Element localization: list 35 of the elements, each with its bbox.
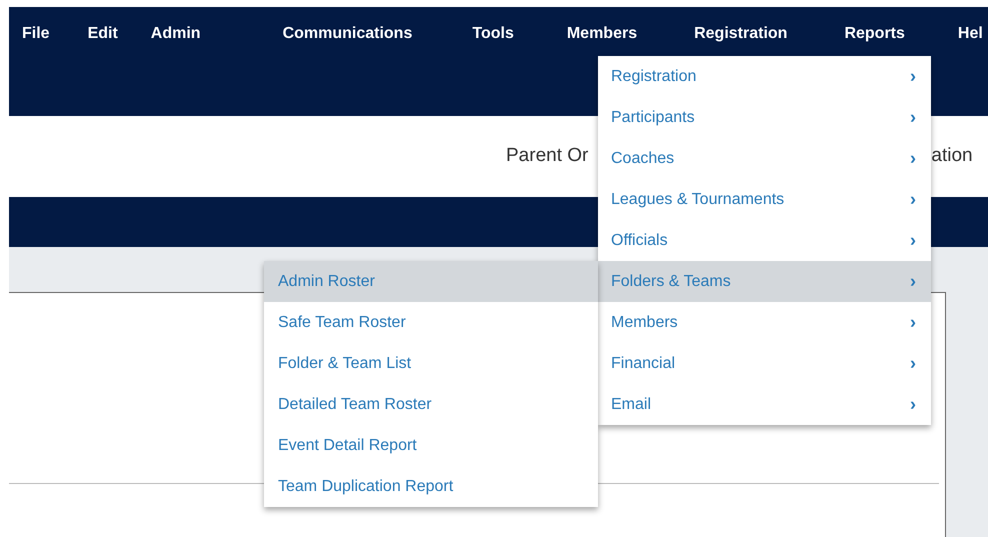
menu-item[interactable]: Communications	[282, 22, 412, 46]
dropdown-item[interactable]: Members ›	[598, 302, 931, 343]
dropdown-item[interactable]: Participants ›	[598, 97, 931, 138]
chevron-icon: ›	[910, 104, 916, 131]
submenu-item[interactable]: Detailed Team Roster	[264, 384, 598, 425]
submenu-item[interactable]: Folder & Team List	[264, 343, 598, 384]
chevron-icon: ›	[910, 227, 916, 254]
submenu-item[interactable]: Event Detail Report	[264, 425, 598, 466]
menu-item[interactable]: Reports	[844, 22, 905, 46]
menu-item[interactable]: Edit	[88, 22, 118, 46]
dropdown-item[interactable]: Officials ›	[598, 220, 931, 261]
submenu-item[interactable]: Admin Roster	[264, 261, 598, 302]
chevron-icon: ›	[910, 391, 916, 418]
menu-item[interactable]: Hel	[958, 22, 983, 46]
dropdown-item[interactable]: Leagues & Tournaments ›	[598, 179, 931, 220]
dropdown-item[interactable]: Coaches ›	[598, 138, 931, 179]
chevron-icon: ›	[910, 145, 916, 172]
menu-item[interactable]: Members	[566, 22, 638, 46]
chevron-icon: ›	[910, 309, 916, 336]
dropdown-item[interactable]: Email ›	[598, 384, 931, 425]
dropdown-item[interactable]: Financial ›	[598, 343, 931, 384]
submenu-item[interactable]: Team Duplication Report	[264, 466, 598, 507]
menu-item[interactable]: Tools	[472, 22, 514, 46]
chevron-icon: ›	[910, 186, 916, 213]
menu-item[interactable]: Registration	[694, 22, 788, 46]
page-title: Parent Or	[506, 144, 588, 168]
chevron-icon: ›	[910, 63, 916, 90]
chevron-icon: ›	[910, 268, 916, 295]
menu-item[interactable]: File	[22, 22, 50, 46]
menu-item[interactable]: Admin	[150, 22, 201, 46]
chevron-icon: ›	[910, 350, 916, 377]
page-title: ation	[931, 144, 973, 168]
submenu-item[interactable]: Safe Team Roster	[264, 302, 598, 343]
dropdown-item[interactable]: Registration ›	[598, 56, 931, 97]
dropdown-item[interactable]: Folders & Teams ›	[598, 261, 931, 302]
